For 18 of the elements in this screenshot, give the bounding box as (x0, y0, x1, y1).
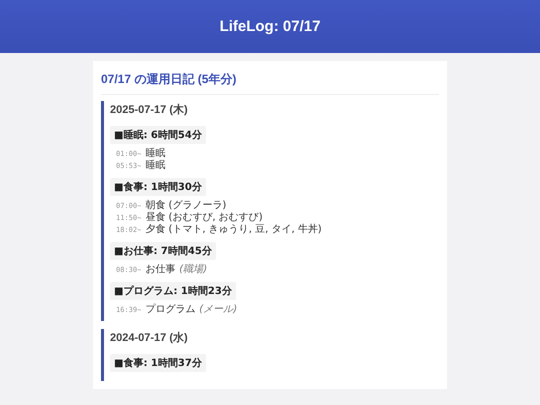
day-date: 2024-07-17 (水) (110, 330, 189, 345)
category-label: ■プログラム: 1時間23分 (110, 282, 236, 300)
app-title: LifeLog: 07/17 (220, 18, 320, 35)
category-label: ■食事: 1時間37分 (110, 354, 206, 372)
day-date: 2025-07-17 (木) (110, 102, 189, 117)
category-label: ■食事: 1時間30分 (110, 178, 206, 196)
entry-text: お仕事 (145, 262, 176, 276)
entry-note: (職場) (179, 262, 208, 276)
entry-text: プログラム (145, 302, 196, 316)
entry-note: (メール) (199, 303, 238, 316)
category-label: ■睡眠: 6時間54分 (110, 126, 206, 144)
entry-text: 夕食 (トマト, きゅうり, 豆, タイ, 牛丼) (145, 222, 322, 236)
entry-text: 睡眠 (145, 146, 166, 160)
entry-text: 睡眠 (145, 158, 166, 172)
entry-text: 朝食 (グラノーラ) (145, 198, 226, 212)
diary-title: 07/17 の運用日記 (5年分) (101, 71, 439, 95)
category-label: ■お仕事: 7時間45分 (110, 242, 216, 260)
entry-text: 昼食 (おむすび, おむすび) (145, 211, 263, 224)
